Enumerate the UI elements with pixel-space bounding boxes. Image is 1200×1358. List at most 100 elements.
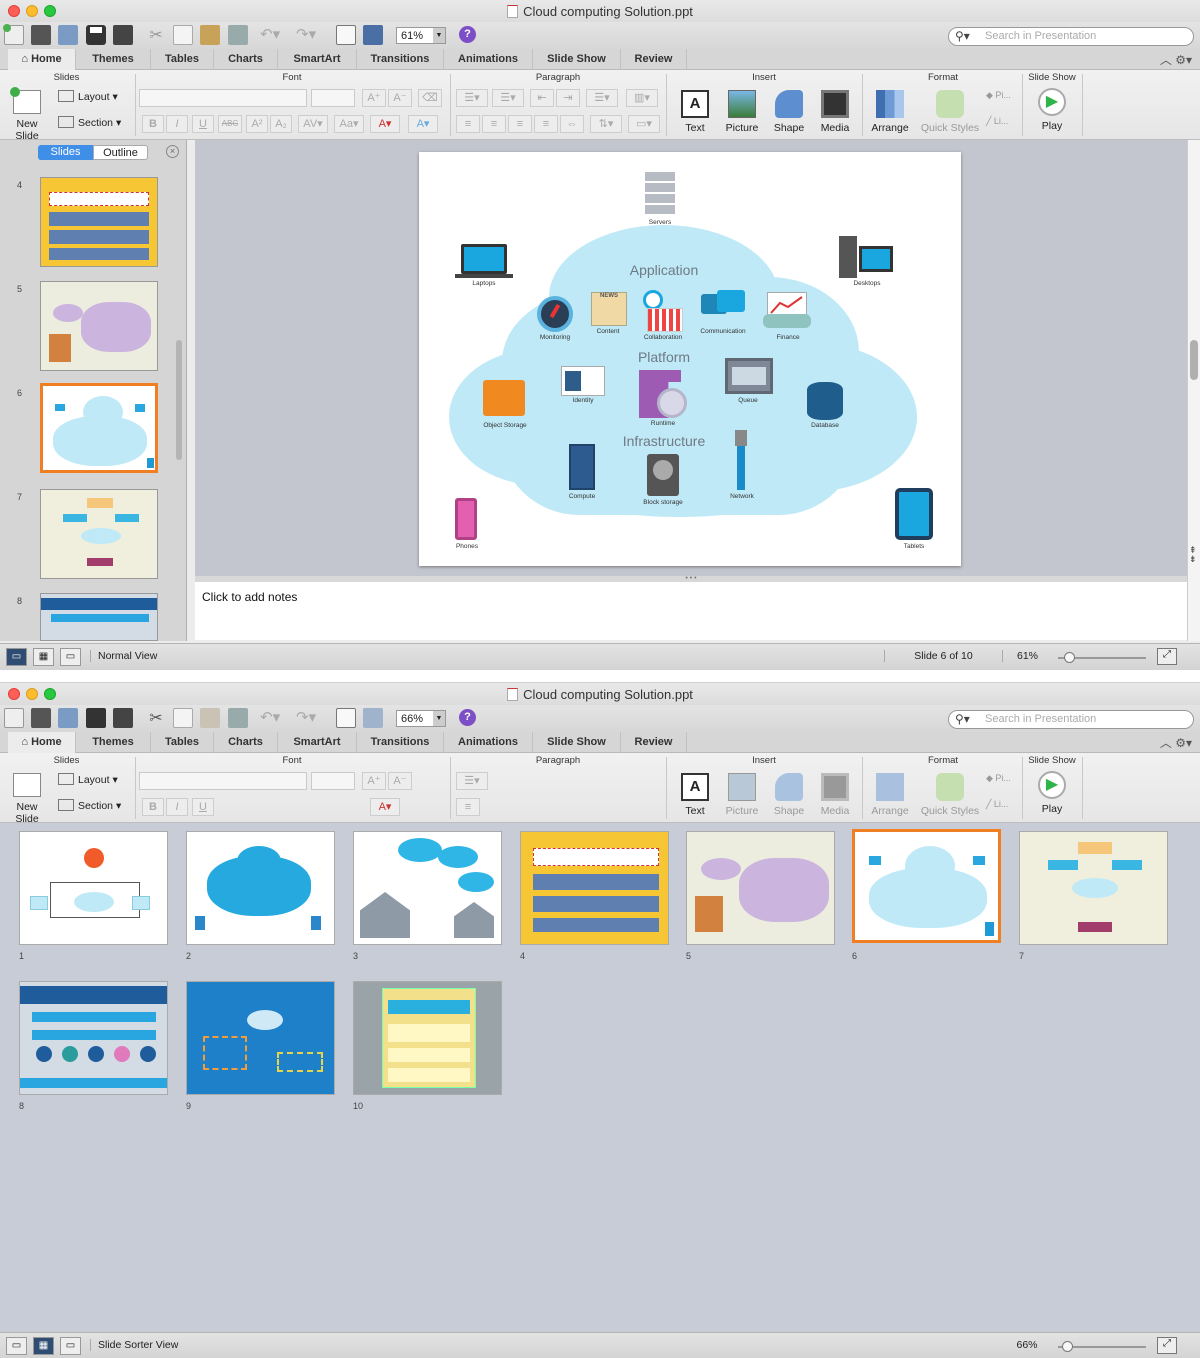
italic-button[interactable]: I bbox=[166, 115, 188, 133]
tab-tables[interactable]: Tables bbox=[151, 732, 214, 753]
paste-icon[interactable] bbox=[200, 708, 220, 728]
slide-layout-icon[interactable] bbox=[336, 25, 356, 45]
normal-view-button[interactable]: ▭ bbox=[6, 648, 27, 666]
current-slide[interactable]: Application Platform Infrastructure Serv… bbox=[419, 152, 961, 566]
tab-smartart[interactable]: SmartArt bbox=[278, 49, 357, 70]
strikethrough-button[interactable]: ABC bbox=[218, 115, 242, 133]
text-effects-button[interactable]: A▾ bbox=[408, 115, 438, 133]
shape-line-button[interactable]: ╱ Li... bbox=[986, 799, 1022, 810]
help-icon[interactable]: ? bbox=[459, 709, 476, 726]
sorter-slide-8[interactable] bbox=[19, 981, 168, 1095]
new-slide-button[interactable]: New Slide bbox=[4, 773, 50, 825]
tab-animations[interactable]: Animations bbox=[444, 732, 533, 753]
undo-icon[interactable]: ↶▾ bbox=[260, 708, 280, 728]
numbering-button[interactable]: ☰▾ bbox=[492, 89, 524, 107]
line-spacing-button[interactable]: ☰▾ bbox=[586, 89, 618, 107]
play-button[interactable]: ▶ Play bbox=[1030, 88, 1074, 132]
open-icon[interactable] bbox=[58, 708, 78, 728]
fit-to-window-icon[interactable]: ⤢ bbox=[1157, 1337, 1177, 1354]
underline-button[interactable]: U bbox=[192, 798, 214, 816]
align-right-button[interactable]: ≡ bbox=[508, 115, 532, 133]
new-document-icon[interactable] bbox=[3, 24, 24, 45]
sorter-slide-4[interactable] bbox=[520, 831, 669, 945]
tab-review[interactable]: Review bbox=[621, 49, 687, 70]
tab-themes[interactable]: Themes bbox=[76, 49, 151, 70]
insert-media-button[interactable]: Media bbox=[814, 773, 856, 817]
copy-icon[interactable] bbox=[173, 708, 193, 728]
print-icon[interactable] bbox=[113, 25, 133, 45]
font-size-field[interactable] bbox=[311, 89, 355, 107]
layout-button[interactable]: Layout ▾ bbox=[58, 773, 128, 786]
sorter-slide-5[interactable] bbox=[686, 831, 835, 945]
slide-layout-icon[interactable] bbox=[336, 708, 356, 728]
zoom-slider-knob[interactable] bbox=[1064, 652, 1075, 663]
tab-animations[interactable]: Animations bbox=[444, 49, 533, 70]
sorter-slide-10[interactable] bbox=[353, 981, 502, 1095]
tab-charts[interactable]: Charts bbox=[214, 732, 278, 753]
close-pane-icon[interactable]: × bbox=[166, 145, 179, 158]
slide-thumbnail-7[interactable] bbox=[40, 489, 158, 579]
save-icon[interactable] bbox=[86, 708, 106, 728]
format-painter-icon[interactable] bbox=[228, 25, 248, 45]
columns-button[interactable]: ▥▾ bbox=[626, 89, 658, 107]
section-button[interactable]: Section ▾ bbox=[58, 116, 128, 129]
slide-sorter-button[interactable]: ▦ bbox=[33, 1337, 54, 1355]
tab-review[interactable]: Review bbox=[621, 732, 687, 753]
slide-scrollbar[interactable]: ⇞ ⇟ bbox=[1187, 140, 1200, 641]
insert-picture-button[interactable]: Picture bbox=[720, 773, 764, 817]
insert-media-button[interactable]: Media bbox=[814, 90, 856, 134]
align-left-button[interactable]: ≡ bbox=[456, 798, 480, 816]
subscript-button[interactable]: A₂ bbox=[270, 115, 292, 133]
insert-picture-button[interactable]: Picture bbox=[720, 90, 764, 134]
new-slide-button[interactable]: New Slide bbox=[4, 87, 50, 142]
zoom-slider-knob[interactable] bbox=[1062, 1341, 1073, 1352]
superscript-button[interactable]: A² bbox=[246, 115, 268, 133]
slide-show-button[interactable]: ▭ bbox=[60, 1337, 81, 1355]
insert-shape-button[interactable]: Shape bbox=[768, 90, 810, 134]
font-size-field[interactable] bbox=[311, 772, 355, 790]
slides-tab[interactable]: Slides bbox=[38, 145, 93, 160]
sorter-slide-9[interactable] bbox=[186, 981, 335, 1095]
help-icon[interactable]: ? bbox=[459, 26, 476, 43]
justify-button[interactable]: ≡ bbox=[534, 115, 558, 133]
fit-to-window-icon[interactable]: ⤢ bbox=[1157, 648, 1177, 665]
ribbon-options-icon[interactable]: ︿ ⚙▾ bbox=[1160, 51, 1192, 68]
tab-transitions[interactable]: Transitions bbox=[357, 732, 444, 753]
prev-next-slide-icon[interactable]: ⇞ ⇟ bbox=[1189, 546, 1197, 564]
sorter-slide-2[interactable] bbox=[186, 831, 335, 945]
normal-view-button[interactable]: ▭ bbox=[6, 1337, 27, 1355]
insert-text-button[interactable]: A Text bbox=[674, 90, 716, 134]
increase-indent-button[interactable]: ⇥ bbox=[556, 89, 580, 107]
arrange-button[interactable]: Arrange bbox=[868, 90, 912, 134]
print-icon[interactable] bbox=[113, 708, 133, 728]
copy-icon[interactable] bbox=[173, 25, 193, 45]
align-left-button[interactable]: ≡ bbox=[456, 115, 480, 133]
slide-thumbnail-4[interactable] bbox=[40, 177, 158, 267]
shape-fill-button[interactable]: ◆ Pi... bbox=[986, 90, 1022, 101]
slide-thumbnail-6[interactable] bbox=[40, 383, 158, 473]
ribbon-options-icon[interactable]: ︿ ⚙▾ bbox=[1160, 734, 1192, 751]
bullets-button[interactable]: ☰▾ bbox=[456, 772, 488, 790]
insert-shape-button[interactable]: Shape bbox=[768, 773, 810, 817]
view-icon[interactable] bbox=[363, 25, 383, 45]
insert-text-button[interactable]: A Text bbox=[674, 773, 716, 817]
save-icon[interactable] bbox=[86, 25, 106, 45]
paste-icon[interactable] bbox=[200, 25, 220, 45]
tab-home[interactable]: ⌂ Home bbox=[8, 732, 76, 753]
sorter-slide-3[interactable] bbox=[353, 831, 502, 945]
slide-thumbnail-5[interactable] bbox=[40, 281, 158, 371]
grow-font-button[interactable]: A⁺ bbox=[362, 89, 386, 107]
slide-sorter-button[interactable]: ▦ bbox=[33, 648, 54, 666]
view-icon[interactable] bbox=[363, 708, 383, 728]
pane-scrollbar[interactable] bbox=[176, 340, 182, 460]
tab-transitions[interactable]: Transitions bbox=[357, 49, 444, 70]
templates-icon[interactable] bbox=[31, 25, 51, 45]
undo-icon[interactable]: ↶▾ bbox=[260, 25, 280, 45]
search-input[interactable]: ⚲▾ Search in Presentation bbox=[948, 27, 1194, 46]
character-spacing-button[interactable]: AV▾ bbox=[298, 115, 328, 133]
cut-icon[interactable]: ✂ bbox=[146, 25, 166, 45]
outline-tab[interactable]: Outline bbox=[93, 145, 148, 160]
redo-icon[interactable]: ↷▾ bbox=[296, 708, 316, 728]
italic-button[interactable]: I bbox=[166, 798, 188, 816]
redo-icon[interactable]: ↷▾ bbox=[296, 25, 316, 45]
